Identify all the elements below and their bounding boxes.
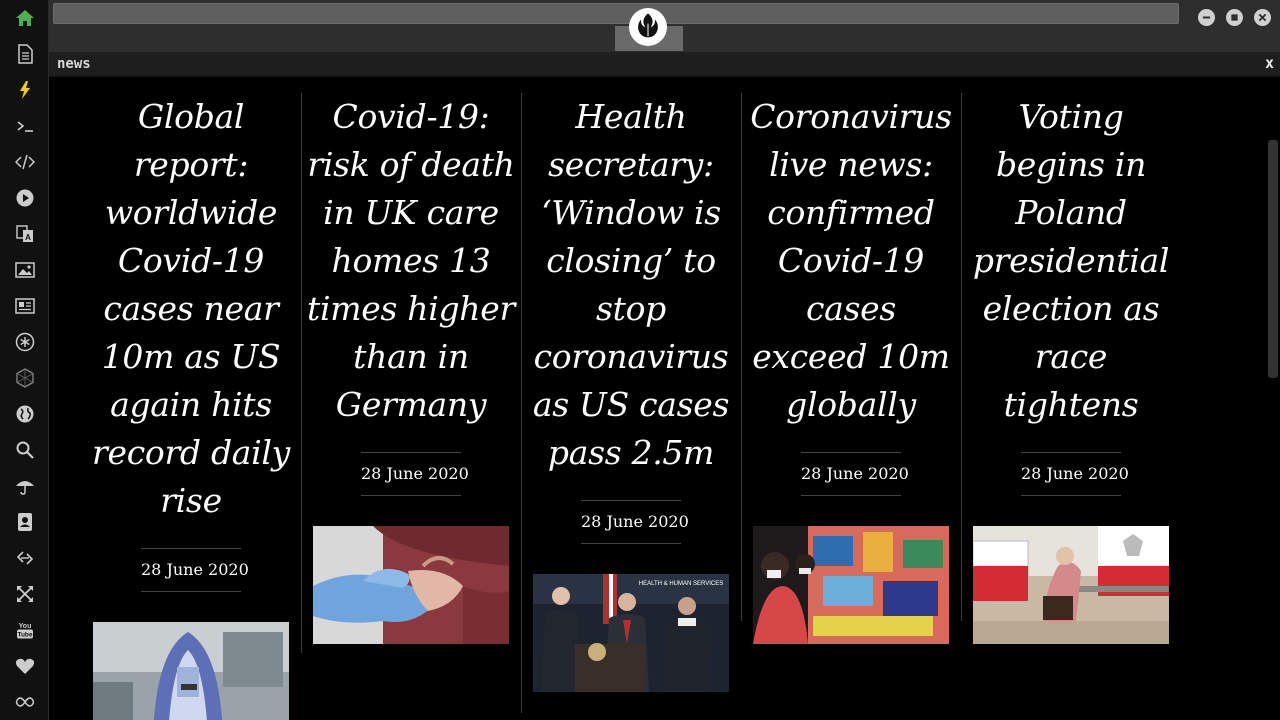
close-window-button[interactable]: [1254, 9, 1271, 26]
article-headline[interactable]: Coronavirus live news: confirmed Covid-1…: [741, 93, 961, 429]
image-icon[interactable]: [13, 258, 37, 282]
expand-icon[interactable]: [13, 582, 37, 606]
article-date: 28 June 2020: [1021, 452, 1129, 496]
infinity-icon[interactable]: [13, 690, 37, 714]
newspaper-icon[interactable]: [13, 294, 37, 318]
article-thumbnail-voter-booth[interactable]: [973, 526, 1169, 644]
globe-icon[interactable]: [13, 402, 37, 426]
svg-text:You: You: [19, 623, 32, 630]
terminal-icon[interactable]: [13, 114, 37, 138]
article-headline[interactable]: Global report: worldwide Covid-19 cases …: [81, 93, 301, 525]
home-icon[interactable]: [13, 6, 37, 30]
contact-icon[interactable]: [13, 510, 37, 534]
article-headline[interactable]: Covid-19: risk of death in UK care homes…: [301, 93, 521, 429]
minimize-button[interactable]: [1198, 9, 1215, 26]
svg-text:A: A: [25, 233, 31, 242]
youtube-icon[interactable]: You Tube: [13, 618, 37, 642]
article-date: 28 June 2020: [141, 548, 249, 592]
news-feed: Global report: worldwide Covid-19 cases …: [49, 77, 1266, 720]
rebel-logo-icon: [629, 8, 667, 46]
article-thumbnail-holding-hands[interactable]: [313, 526, 509, 644]
top-bar: [49, 0, 1280, 52]
article-date: 28 June 2020: [361, 452, 469, 496]
maximize-button[interactable]: [1226, 9, 1243, 26]
panel-title: news: [57, 56, 91, 72]
umbrella-icon[interactable]: [13, 474, 37, 498]
article-card[interactable]: Covid-19: risk of death in UK care homes…: [301, 93, 521, 644]
article-thumbnail-masked-people-mural[interactable]: [753, 526, 949, 644]
article-date: 28 June 2020: [581, 500, 689, 544]
search-icon[interactable]: [13, 438, 37, 462]
translate-icon[interactable]: A: [13, 222, 37, 246]
article-card[interactable]: Global report: worldwide Covid-19 cases …: [81, 93, 301, 720]
article-date: 28 June 2020: [801, 452, 909, 496]
article-card[interactable]: Coronavirus live news: confirmed Covid-1…: [741, 93, 961, 644]
svg-text:Tube: Tube: [17, 632, 32, 639]
article-card[interactable]: Health secretary: ‘Window is closing’ to…: [521, 93, 741, 692]
heart-icon[interactable]: [13, 654, 37, 678]
article-thumbnail-testing-worker[interactable]: [93, 622, 289, 720]
article-headline[interactable]: Health secretary: ‘Window is closing’ to…: [521, 93, 741, 477]
asterisk-icon[interactable]: [13, 330, 37, 354]
hexagon-icon[interactable]: [13, 366, 37, 390]
address-bar[interactable]: [53, 3, 1179, 24]
podium-sign-text: HEALTH & HUMAN SERVICES: [639, 581, 723, 587]
bolt-icon[interactable]: [13, 78, 37, 102]
panel-close-button[interactable]: x: [1265, 54, 1274, 72]
article-card[interactable]: Voting begins in Poland presidential ele…: [961, 93, 1181, 644]
article-thumbnail-officials-podium[interactable]: HEALTH & HUMAN SERVICES: [533, 574, 729, 692]
play-icon[interactable]: [13, 186, 37, 210]
panel-header: news x: [49, 52, 1280, 77]
sidebar: A You Tube: [0, 0, 49, 720]
article-headline[interactable]: Voting begins in Poland presidential ele…: [961, 93, 1181, 429]
scrollbar-thumb[interactable]: [1268, 140, 1278, 378]
link-icon[interactable]: [13, 546, 37, 570]
code-icon[interactable]: [13, 150, 37, 174]
document-icon[interactable]: [13, 42, 37, 66]
